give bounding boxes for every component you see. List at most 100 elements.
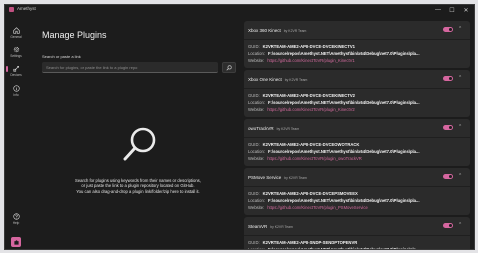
plugin-enabled-toggle[interactable]: [443, 76, 453, 81]
plugin-header: SteamVR by K2VR Team: [248, 224, 293, 229]
chevron-up-icon[interactable]: ⌃: [458, 26, 462, 32]
plugin-location-row: Location:F:\source\repos\Amethyst.NET\Am…: [248, 247, 468, 249]
devices-icon: [12, 66, 19, 72]
plugin-name: Xbox One Kinect: [248, 77, 282, 82]
close-button[interactable]: ✕: [459, 5, 473, 15]
sidebar-item-settings[interactable]: Settings: [5, 46, 27, 58]
search-illustration-icon: [123, 127, 156, 161]
plugin-name: PSMove Service: [248, 175, 282, 180]
sidebar-item-label: General: [10, 35, 22, 39]
plugin-guid: K2VRTEAM-AME2-APII-DVCE-DVCEKINECTV1: [262, 44, 356, 49]
sidebar-item-devices[interactable]: Devices: [5, 65, 27, 77]
search-label: Search or paste a link: [42, 54, 81, 59]
location-label: Location:: [248, 51, 265, 56]
website-label: Website:: [248, 107, 265, 112]
plugin-author: by K2VR Team: [283, 29, 307, 33]
plugin-header: owoTrackVR by K2VR Team: [248, 126, 299, 131]
plugin-name: SteamVR: [248, 224, 268, 229]
plugin-website-link[interactable]: https://github.com/KinectToVR/plugin_Kin…: [267, 58, 355, 63]
website-label: Website:: [248, 156, 265, 161]
plugin-website-link[interactable]: https://github.com/KinectToVR/plugin_Kin…: [267, 107, 355, 112]
sidebar-item-help[interactable]: Help: [5, 213, 27, 225]
plugin-guid-row: GUID: K2VRTEAM-AME2-APII-SNDP-SENDPTOPENV…: [248, 240, 468, 245]
plugin-guid-row: GUID: K2VRTEAM-AME2-APII-DVCE-DVCEKINECTV…: [248, 93, 468, 98]
plugin-location: F:\source\repos\Amethyst.NET\Amethyst\bi…: [268, 51, 420, 56]
guid-label: GUID:: [248, 44, 260, 49]
app-window: Amethyst — ☐ ✕ General Settings Devices …: [4, 4, 475, 250]
plugin-list: Xbox 360 Kinect by K2VR Team ⌃ GUID: K2VRTEA…: [244, 21, 470, 249]
plugin-location-row: Location:F:\source\repos\Amethyst.NET\Am…: [248, 100, 468, 105]
window-title: Amethyst: [17, 6, 36, 11]
search-help-text: Search for plugins using keywords from t…: [75, 178, 201, 194]
sidebar-item-general[interactable]: General: [5, 27, 27, 39]
plugin-card[interactable]: Xbox One Kinect by K2VR Team ⌃ GUID: K2VRTEA…: [244, 70, 470, 117]
search-input[interactable]: [42, 62, 218, 73]
sidebar-item-label: Help: [12, 221, 20, 225]
main-content: Manage Plugins Search or paste a link Se…: [29, 15, 243, 249]
puzzle-icon: [13, 239, 19, 245]
plugin-enabled-toggle[interactable]: [443, 27, 453, 32]
page-title: Manage Plugins: [42, 30, 107, 40]
chevron-up-icon[interactable]: ⌃: [458, 75, 462, 81]
plugin-card[interactable]: SteamVR by K2VR Team ⌃ GUID: K2VRTEAM-AME2-A…: [244, 217, 470, 249]
plugin-enabled-toggle[interactable]: [443, 223, 453, 228]
chevron-up-icon[interactable]: ⌃: [458, 124, 462, 130]
search-button[interactable]: [222, 62, 236, 73]
card-divider: [244, 137, 470, 138]
plugin-guid-row: GUID: K2VRTEAM-AME2-APII-DVCE-DVCEOWOTRAC…: [248, 142, 468, 147]
plugin-website-link[interactable]: https://github.com/KinectToVR/plugin_PSM…: [267, 205, 368, 210]
plugin-guid: K2VRTEAM-AME2-APII-DVCE-DVCEPSMOVEEX: [262, 191, 358, 196]
website-label: Website:: [248, 58, 265, 63]
plugin-header: PSMove Service by K2VR Team: [248, 175, 307, 180]
plugin-header: Xbox One Kinect by K2VR Team: [248, 77, 307, 82]
sidebar-item-label: Devices: [10, 73, 22, 77]
chevron-up-icon[interactable]: ⌃: [458, 222, 462, 228]
plugin-card[interactable]: owoTrackVR by K2VR Team ⌃ GUID: K2VRTEAM-AME…: [244, 119, 470, 166]
plugin-guid: K2VRTEAM-AME2-APII-DVCE-DVCEOWOTRACK: [262, 142, 360, 147]
plugin-location: F:\source\repos\Amethyst.NET\Amethyst\bi…: [268, 198, 420, 203]
guid-label: GUID:: [248, 142, 260, 147]
plugin-location-row: Location:F:\source\repos\Amethyst.NET\Am…: [248, 149, 468, 154]
minimize-button[interactable]: —: [431, 5, 445, 15]
plugin-guid: K2VRTEAM-AME2-APII-SNDP-SENDPTOPENVR: [262, 240, 358, 245]
plugin-author: by K2VR Team: [284, 78, 308, 82]
website-label: Website:: [248, 205, 265, 210]
plugin-website-row: Website: https://github.com/KinectToVR/pl…: [248, 107, 468, 112]
plugin-guid-row: GUID: K2VRTEAM-AME2-APII-DVCE-DVCEPSMOVEE…: [248, 191, 468, 196]
plugin-enabled-toggle[interactable]: [443, 125, 453, 130]
title-bar: Amethyst — ☐ ✕: [5, 5, 474, 15]
plugin-name: Xbox 360 Kinect: [248, 28, 281, 33]
plugin-website-row: Website: https://github.com/KinectToVR/pl…: [248, 205, 468, 210]
home-icon: [12, 27, 20, 34]
guid-label: GUID:: [248, 93, 260, 98]
plugin-location: F:\source\repos\Amethyst.NET\Amethyst\bi…: [268, 247, 419, 249]
card-divider: [244, 235, 470, 236]
plugin-store-button[interactable]: [11, 237, 21, 247]
plugin-author: by K2VR Team: [270, 225, 293, 229]
help-icon: [12, 213, 20, 220]
plugin-enabled-toggle[interactable]: [443, 174, 453, 179]
location-label: Location:: [248, 198, 265, 203]
location-label: Location:: [248, 149, 265, 154]
guid-label: GUID:: [248, 240, 260, 245]
plugin-card[interactable]: PSMove Service by K2VR Team ⌃ GUID: K2VRTEAM…: [244, 168, 470, 215]
plugin-website-row: Website: https://github.com/KinectToVR/pl…: [248, 156, 468, 161]
settings-icon: [13, 46, 19, 53]
plugin-author: by K2VR Team: [276, 127, 300, 131]
plugin-website-link[interactable]: https://github.com/KinectToVR/plugin_owo…: [267, 156, 362, 161]
location-label: Location:: [248, 100, 265, 105]
plugin-card[interactable]: Xbox 360 Kinect by K2VR Team ⌃ GUID: K2VRTEA…: [244, 21, 470, 68]
plugin-guid-row: GUID: K2VRTEAM-AME2-APII-DVCE-DVCEKINECTV…: [248, 44, 468, 49]
sidebar: General Settings Devices Info Help: [5, 15, 27, 249]
plugin-location: F:\source\repos\Amethyst.NET\Amethyst\bi…: [268, 149, 420, 154]
card-divider: [244, 39, 470, 40]
plugin-location-row: Location:F:\source\repos\Amethyst.NET\Am…: [248, 51, 468, 56]
card-divider: [244, 186, 470, 187]
plugin-location-row: Location:F:\source\repos\Amethyst.NET\Am…: [248, 198, 468, 203]
maximize-button[interactable]: ☐: [445, 5, 459, 15]
search-icon: [226, 64, 232, 71]
chevron-up-icon[interactable]: ⌃: [458, 173, 462, 179]
plugin-list-scrollbar[interactable]: [472, 23, 474, 248]
location-label: Location:: [248, 247, 265, 249]
sidebar-item-info[interactable]: Info: [5, 85, 27, 97]
